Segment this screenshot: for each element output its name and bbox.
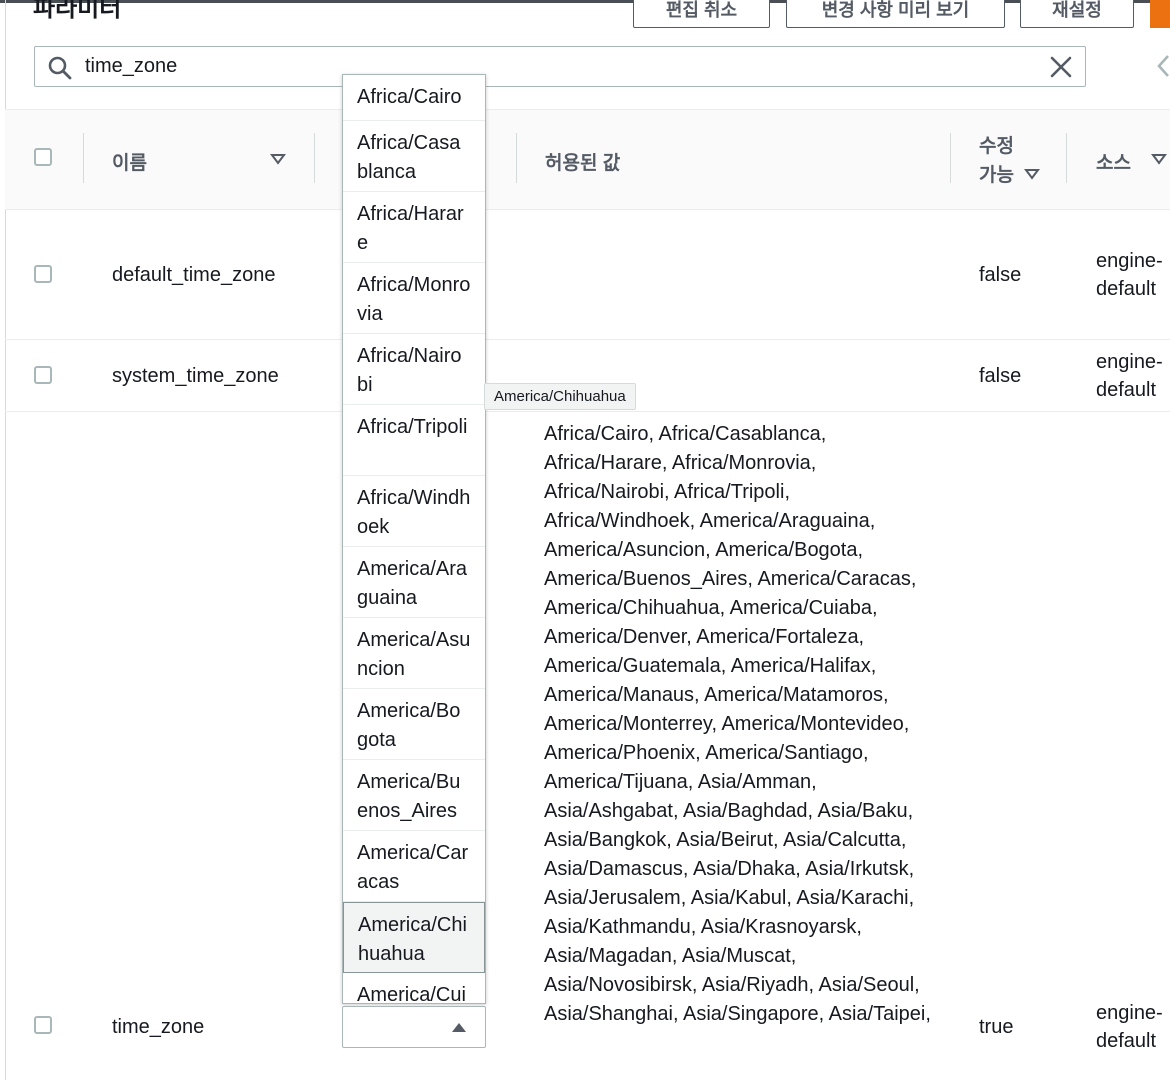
dropdown-option-hovered[interactable]: America/Chihuahua <box>343 902 485 973</box>
sort-down-icon[interactable] <box>1151 153 1167 165</box>
row-checkbox[interactable] <box>34 366 52 384</box>
timezone-dropdown-list[interactable]: Africa/Cairo Africa/Casablanca Africa/Ha… <box>342 74 486 1004</box>
page-title: 파라미터 <box>33 0 122 22</box>
row-allowed-values: Africa/Cairo, Africa/Casablanca, Africa/… <box>544 423 931 1025</box>
dropdown-option[interactable]: Africa/Nairobi <box>343 334 485 405</box>
column-separator <box>1066 133 1067 183</box>
row-modifiable: false <box>979 264 1022 286</box>
row-modifiable: true <box>979 1016 1014 1038</box>
dropdown-option[interactable]: America/Araguaina <box>343 547 485 618</box>
column-header-source[interactable]: 소스 <box>1096 148 1131 175</box>
dropdown-option[interactable]: America/Buenos_Aires <box>343 760 485 831</box>
cancel-edit-button[interactable]: 편집 취소 <box>633 0 770 28</box>
row-source: engine-default <box>1096 1002 1163 1052</box>
row-modifiable: false <box>979 365 1022 387</box>
row-checkbox[interactable] <box>34 1016 52 1034</box>
caret-up-icon <box>452 1023 466 1032</box>
close-icon[interactable] <box>1049 55 1073 79</box>
dropdown-option[interactable]: Africa/Tripoli <box>343 405 485 476</box>
dropdown-option[interactable]: America/Caracas <box>343 831 485 902</box>
row-divider <box>5 339 1170 340</box>
search-icon <box>48 56 72 80</box>
dropdown-option[interactable]: America/Asuncion <box>343 618 485 689</box>
timezone-select[interactable] <box>342 1006 486 1048</box>
dropdown-option[interactable]: America/Cui <box>343 973 485 1003</box>
dropdown-option[interactable]: America/Bogota <box>343 689 485 760</box>
column-separator <box>516 133 517 183</box>
dropdown-option[interactable]: Africa/Casablanca <box>343 121 485 192</box>
preview-changes-button[interactable]: 변경 사항 미리 보기 <box>786 0 1005 28</box>
row-name: time_zone <box>112 1016 205 1038</box>
column-separator <box>83 133 84 183</box>
reset-button[interactable]: 재설정 <box>1020 0 1134 28</box>
chevron-left-icon[interactable] <box>1150 52 1170 80</box>
dropdown-option[interactable]: Africa/Harare <box>343 192 485 263</box>
dropdown-option[interactable]: Africa/Cairo <box>343 75 485 121</box>
column-header-allowed-values[interactable]: 허용된 값 <box>545 148 620 175</box>
row-divider <box>5 411 1170 412</box>
row-name: default_time_zone <box>112 264 276 286</box>
header-bottom-divider <box>5 209 1170 210</box>
column-separator <box>950 133 951 183</box>
column-header-modifiable[interactable]: 수정 가능 <box>979 132 1024 190</box>
sort-down-icon[interactable] <box>1024 168 1040 180</box>
search-value: time_zone <box>85 55 178 77</box>
row-source: engine-default <box>1096 351 1163 401</box>
dropdown-option[interactable]: Africa/Windhoek <box>343 476 485 547</box>
select-all-checkbox[interactable] <box>34 148 52 166</box>
search-input[interactable]: time_zone <box>34 46 1086 87</box>
column-header-name[interactable]: 이름 <box>112 148 147 175</box>
option-tooltip: America/Chihuahua <box>484 383 636 410</box>
row-source: engine-default <box>1096 250 1163 300</box>
dropdown-option[interactable]: Africa/Monrovia <box>343 263 485 334</box>
row-name: system_time_zone <box>112 365 279 387</box>
column-separator <box>314 133 315 183</box>
save-changes-button[interactable] <box>1150 0 1170 28</box>
row-checkbox[interactable] <box>34 265 52 283</box>
sort-down-icon[interactable] <box>270 153 286 165</box>
